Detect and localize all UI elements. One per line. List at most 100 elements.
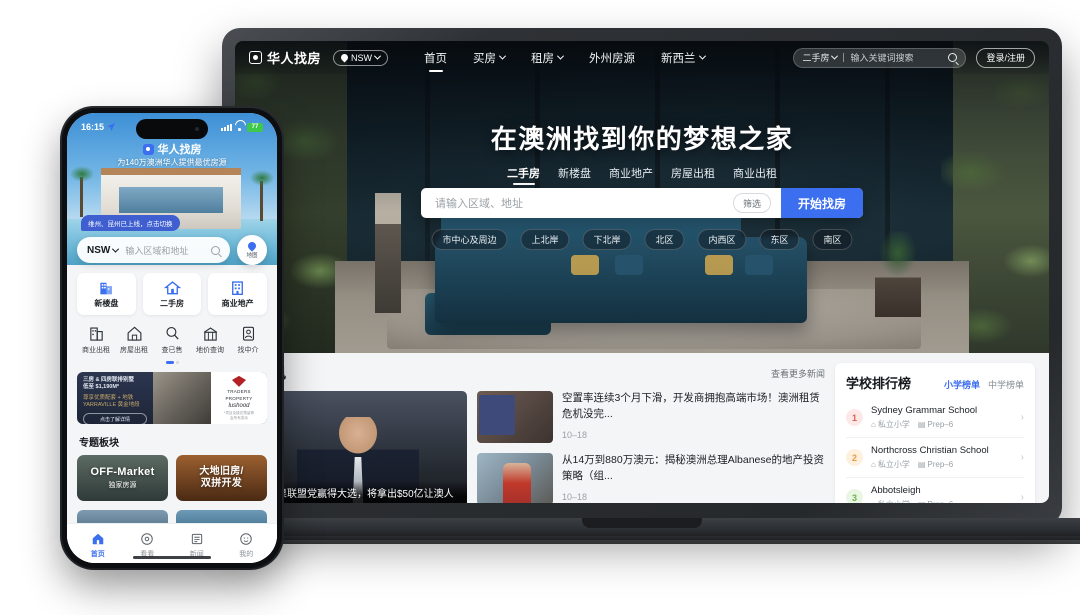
more-news-link[interactable]: 查看更多新闻 bbox=[771, 367, 825, 380]
school-row[interactable]: 3 Abbotsleigh ⌂ 私立小学 ▤ Prep–6 › bbox=[846, 478, 1024, 503]
tab-secondary-schools[interactable]: 中学榜单 bbox=[988, 378, 1024, 391]
quick-search-sold[interactable]: 查已售 bbox=[155, 325, 189, 355]
nav-item-newzealand[interactable]: 新西兰 bbox=[661, 50, 706, 66]
region-tag[interactable]: 东区 bbox=[759, 229, 800, 250]
tile-label: 二手房 bbox=[160, 298, 184, 308]
divider bbox=[843, 53, 845, 62]
rank-badge: 3 bbox=[846, 489, 863, 503]
news-item-title: 从14万到880万澳元：揭秘澳洲总理Albanese的地产投资策略（组... bbox=[562, 454, 824, 482]
tab-home[interactable]: 首页 bbox=[73, 532, 123, 559]
region-tag[interactable]: 北区 bbox=[644, 229, 685, 250]
phone-slogan: 为140万澳洲华人提供最优房源 bbox=[117, 158, 227, 167]
school-grades: ▤ Prep–6 bbox=[917, 460, 954, 469]
tab-primary-schools[interactable]: 小学榜单 bbox=[944, 378, 980, 391]
phone-body: 新楼盘 二手房 商业地产 商业出租 房屋出租 查已售 地价查询 找中介 三房 &… bbox=[67, 265, 277, 563]
rank-badge: 2 bbox=[846, 449, 863, 466]
login-button[interactable]: 登录/注册 bbox=[976, 47, 1035, 68]
agent-icon bbox=[242, 326, 254, 341]
tab-explore[interactable]: 看看 bbox=[123, 532, 173, 559]
nav-links: 首页 买房 租房 外州房源 新西兰 bbox=[424, 50, 706, 66]
location-selector[interactable]: NSW bbox=[333, 49, 389, 66]
chevron-down-icon bbox=[373, 52, 382, 60]
nav-label: 租房 bbox=[531, 52, 555, 65]
quick-commercial-rent[interactable]: 商业出租 bbox=[79, 325, 113, 355]
brand-logo[interactable]: 华人找房 bbox=[249, 48, 321, 67]
chevron-right-icon: › bbox=[1020, 412, 1024, 423]
news-body: ：如果联盟党赢得大选，将拿出$50亿让澳人更 房（组图） 空置率连续3个月下滑，… bbox=[249, 391, 825, 503]
ad-cta-button[interactable]: 点击了解详情 bbox=[83, 413, 147, 424]
phone-frame: 16:15 77 华人找房 为140万澳洲华人提供最优房源 维州、昆州已上线，点… bbox=[62, 108, 282, 568]
advertisement-banner[interactable]: 三房 & 四房联排别墅 低至 $1,190M* 尊享优质配套 + 地铁 YARR… bbox=[77, 372, 267, 424]
hero-tab-newproject[interactable]: 新楼盘 bbox=[558, 165, 591, 185]
region-tag[interactable]: 市中心及周边 bbox=[431, 229, 508, 250]
special-title: 大地旧房/ 双拼开发 bbox=[199, 465, 244, 490]
school-name: Sydney Grammar School bbox=[871, 405, 978, 416]
tile-secondhand[interactable]: 二手房 bbox=[142, 273, 202, 315]
chevron-down-icon bbox=[112, 245, 120, 253]
land-price-icon bbox=[203, 327, 217, 341]
news-list-item[interactable]: 从14万到880万澳元：揭秘澳洲总理Albanese的地产投资策略（组... 1… bbox=[477, 453, 825, 503]
region-tag[interactable]: 内西区 bbox=[697, 229, 747, 250]
phone-screen: 16:15 77 华人找房 为140万澳洲华人提供最优房源 维州、昆州已上线，点… bbox=[67, 113, 277, 563]
hero-tab-commercialrent[interactable]: 商业出租 bbox=[733, 165, 777, 185]
hero-search-input[interactable]: 请输入区域、地址 bbox=[421, 195, 733, 211]
home-tab-icon bbox=[92, 533, 103, 545]
office-icon bbox=[232, 280, 244, 295]
ad-disclaimer: *项目及楼花预留等 会所有变动 bbox=[223, 410, 255, 420]
region-tag[interactable]: 上北岸 bbox=[520, 229, 570, 250]
school-row[interactable]: 1 Sydney Grammar School ⌂ 私立小学 ▤ Prep–6 … bbox=[846, 398, 1024, 438]
tab-news[interactable]: 新闻 bbox=[172, 532, 222, 559]
special-title: OFF-Market bbox=[90, 466, 155, 478]
hero-tab-houserent[interactable]: 房屋出租 bbox=[671, 165, 715, 185]
state-switch-tooltip: 维州、昆州已上线，点击切换 bbox=[81, 215, 180, 231]
map-button[interactable]: 地图 bbox=[237, 235, 267, 265]
home-indicator bbox=[133, 556, 211, 559]
region-tag[interactable]: 南区 bbox=[812, 229, 853, 250]
news-column: 资讯 查看更多新闻 ：如果联盟党赢得大选，将拿出$50亿让澳人更 房（组图） bbox=[249, 363, 825, 503]
hero-tab-commercial[interactable]: 商业地产 bbox=[609, 165, 653, 185]
advertiser-sub: PROPERTY bbox=[225, 395, 253, 401]
special-card-offmarket[interactable]: OFF-Market 独家房源 bbox=[77, 455, 168, 501]
primary-category-tiles: 新楼盘 二手房 商业地产 bbox=[77, 273, 268, 315]
nav-item-home[interactable]: 首页 bbox=[424, 50, 447, 66]
tile-commercial[interactable]: 商业地产 bbox=[208, 273, 268, 315]
school-type: ⌂ 私立小学 bbox=[871, 420, 910, 429]
global-search[interactable]: 二手房 输入关键词搜索 bbox=[793, 47, 967, 68]
news-list-item[interactable]: 空置率连续3个月下滑，开发商拥抱高端市场！澳洲租赁危机没完... 10–18 bbox=[477, 391, 825, 443]
brand-name: 华人找房 bbox=[267, 51, 322, 66]
school-tabs: 小学榜单 中学榜单 bbox=[944, 378, 1024, 391]
news-header: 资讯 查看更多新闻 bbox=[249, 363, 825, 383]
ad-headline: 三房 & 四房联排别墅 低至 $1,190M* bbox=[83, 377, 135, 391]
search-type-selector[interactable]: 二手房 bbox=[802, 51, 839, 64]
nav-item-interstate[interactable]: 外州房源 bbox=[589, 50, 635, 66]
chevron-down-icon bbox=[556, 52, 565, 60]
school-type: ⌂ 私立小学 bbox=[871, 499, 910, 503]
advertiser-logo-icon bbox=[232, 375, 246, 387]
tab-profile[interactable]: 我的 bbox=[222, 532, 272, 559]
search-icon[interactable] bbox=[948, 53, 958, 62]
brand-mark-icon bbox=[142, 143, 154, 155]
school-row[interactable]: 2 Northcross Christian School ⌂ 私立小学 ▤ P… bbox=[846, 438, 1024, 478]
search-icon[interactable] bbox=[211, 245, 220, 255]
filter-button[interactable]: 筛选 bbox=[732, 193, 771, 213]
search-input[interactable]: 输入关键词搜索 bbox=[850, 51, 942, 64]
state-selector[interactable]: NSW bbox=[87, 245, 120, 256]
school-type: ⌂ 私立小学 bbox=[871, 460, 910, 469]
nav-item-buy[interactable]: 买房 bbox=[473, 50, 507, 66]
quick-house-rent[interactable]: 房屋出租 bbox=[117, 325, 151, 355]
ad-advertiser: TRADERS PROPERTY lushood *项目及楼花预留等 会所有变动 bbox=[211, 372, 267, 424]
special-card-landdevelopment[interactable]: 大地旧房/ 双拼开发 bbox=[176, 455, 267, 501]
quick-find-agent[interactable]: 找中介 bbox=[231, 325, 265, 355]
location-label: NSW bbox=[351, 52, 373, 63]
tile-new-project[interactable]: 新楼盘 bbox=[77, 273, 136, 315]
nav-item-rent[interactable]: 租房 bbox=[531, 50, 565, 66]
quick-land-price[interactable]: 地价查询 bbox=[193, 325, 227, 355]
start-search-button[interactable]: 开始找房 bbox=[781, 188, 863, 218]
phone-search-bar[interactable]: NSW 输入区域和地址 bbox=[77, 237, 230, 263]
hero-tab-secondhand[interactable]: 二手房 bbox=[507, 165, 540, 185]
chevron-down-icon bbox=[831, 52, 839, 60]
region-tag[interactable]: 下北岸 bbox=[582, 229, 632, 250]
news-item-date: 10–18 bbox=[562, 429, 588, 440]
phone-notch bbox=[136, 119, 208, 139]
phone-search-input[interactable]: 输入区域和地址 bbox=[125, 244, 204, 257]
